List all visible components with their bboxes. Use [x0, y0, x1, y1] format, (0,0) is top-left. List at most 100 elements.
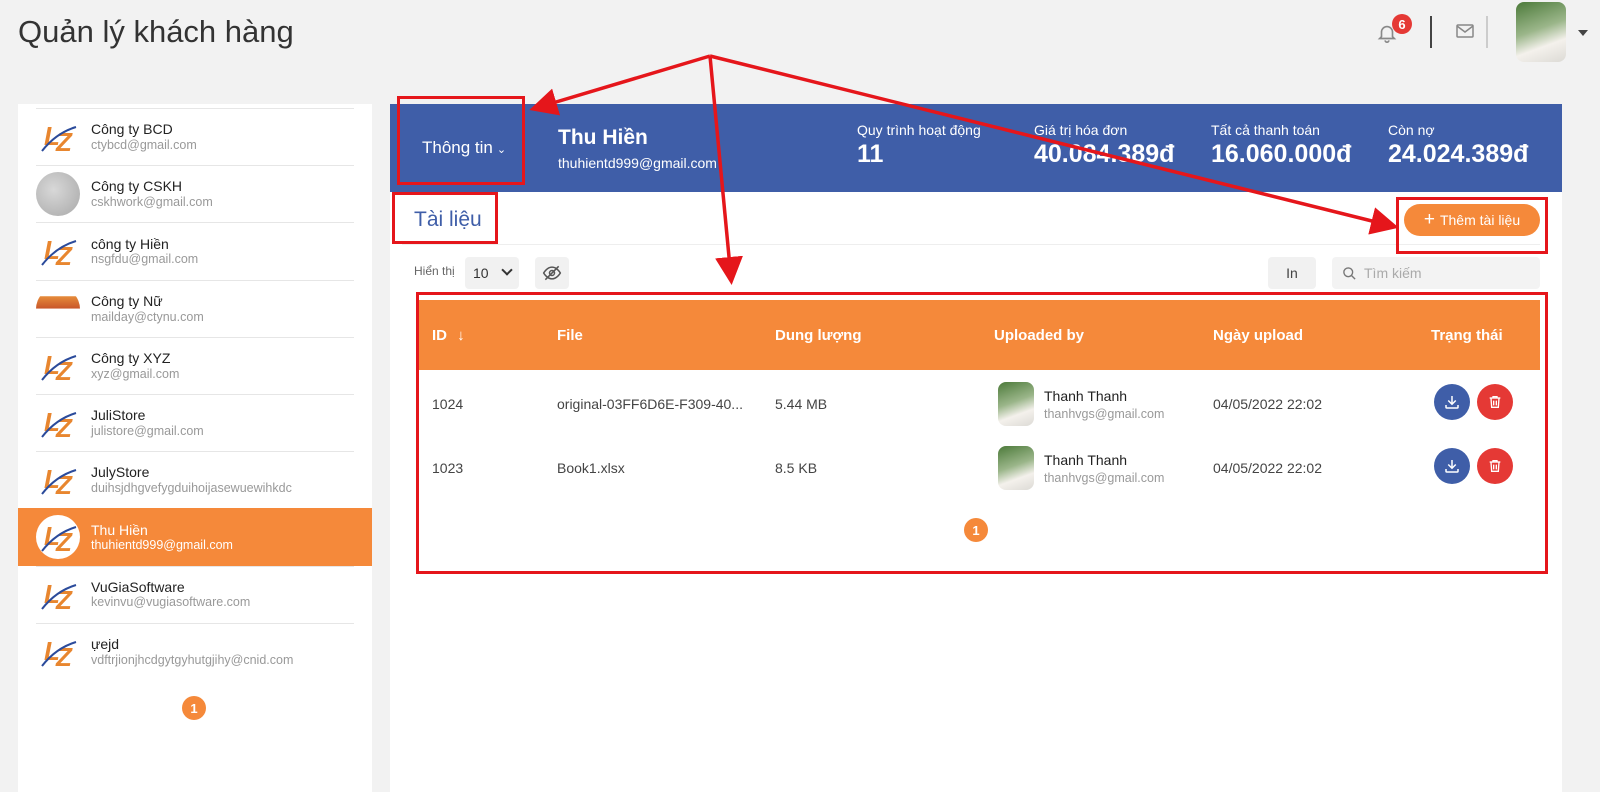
customer-email: ctybcd@gmail.com [91, 137, 197, 152]
eye-off-icon [542, 265, 562, 281]
delete-button[interactable] [1477, 384, 1513, 420]
column-header-status[interactable]: Trạng thái [1431, 327, 1503, 344]
divider [1430, 16, 1432, 48]
stat-processes: Quy trình hoạt động 11 [857, 122, 981, 169]
customer-logo: LZ [36, 572, 80, 617]
customer-list-item[interactable]: Công ty CSKH cskhwork@gmail.com [36, 165, 354, 222]
plus-icon: + [1423, 209, 1435, 230]
column-header-size[interactable]: Dung lượng [775, 327, 862, 344]
info-dropdown[interactable]: Thông tin ⌄ [422, 138, 506, 158]
info-label: Thông tin [422, 138, 493, 157]
customer-name: Công ty XYZ [91, 349, 171, 366]
customer-email: duihsjdhgvefygduihoijasewuewihkdc [91, 481, 292, 496]
search-input[interactable] [1364, 257, 1534, 289]
customer-list-item[interactable]: L Z JulyStore duihsjdhgvefygduihoijasewuewi… [36, 451, 354, 508]
page-size-select[interactable]: 10 [465, 257, 519, 289]
customer-list-item[interactable]: L Z Thu Hiền thuhientd999@gmail.com [18, 508, 372, 566]
stat-value: 40.084.389đ [1034, 140, 1175, 168]
uploader-avatar [998, 382, 1034, 426]
customer-list-item[interactable]: L Z VuGiaSoftware kevinvu@vugiasoftware.com [36, 565, 354, 623]
customer-list-item[interactable]: L Z JuliStore julistore@gmail.com [36, 393, 354, 451]
customer-list-item[interactable]: L Z công ty Hiền nsgfdu@gmail.com [36, 222, 354, 279]
customer-text: công ty Hiền nsgfdu@gmail.com [91, 236, 198, 268]
download-button[interactable] [1434, 448, 1470, 484]
stat-label: Quy trình hoạt động [857, 122, 981, 138]
customer-text: Thu Hiền thuhientd999@gmail.com [91, 522, 233, 554]
customer-text: Công ty BCD ctybcd@gmail.com [91, 121, 197, 153]
cell-file[interactable]: Book1.xlsx [557, 460, 625, 476]
customer-text: Công ty CSKH cskhwork@gmail.com [91, 178, 213, 210]
customer-logo: LZ [36, 458, 80, 503]
print-button[interactable]: In [1268, 257, 1316, 289]
customer-text: Công ty XYZ xyz@gmail.com [91, 350, 179, 382]
customer-name: JulyStore [91, 464, 150, 481]
trash-icon [1487, 458, 1503, 474]
customer-list-item[interactable]: L Z ựejd vdftrjionjhcdgytgyhutgjihy@cnid.co… [36, 622, 354, 680]
customer-email: xyz@gmail.com [91, 366, 180, 381]
divider [402, 244, 1540, 245]
stat-label: Tất cả thanh toán [1211, 122, 1320, 138]
customer-email: vdftrjionjhcdgytgyhutgjihy@cnid.com [91, 652, 294, 667]
uploader-avatar [998, 446, 1034, 490]
table-row: 1023 Book1.xlsx 8.5 KB Thanh Thanh thanhvgs@… [418, 434, 1540, 498]
customer-name: Công ty CSKH [91, 178, 183, 195]
topbar-actions: 6 [1340, 0, 1600, 64]
download-button[interactable] [1434, 384, 1470, 420]
add-document-label: Thêm tài liệu [1439, 212, 1521, 228]
customer-email: nsgfdu@gmail.com [91, 252, 199, 267]
customer-list-item[interactable]: L Z Công ty BCD ctybcd@gmail.com [36, 108, 354, 165]
column-header-file[interactable]: File [557, 327, 583, 344]
customer-text: Công ty Nữ mailday@ctynu.com [91, 293, 204, 325]
customer-list-item[interactable]: L Z Công ty XYZ xyz@gmail.com [36, 336, 354, 394]
customer-email: cskhwork@gmail.com [91, 195, 213, 210]
cell-file[interactable]: original-03FF6D6E-F309-40... [557, 396, 743, 412]
cell-date: 04/05/2022 22:02 [1213, 460, 1322, 476]
customer-list: L Z Công ty BCD ctybcd@gmail.com Công ty CSK… [18, 104, 372, 680]
column-header-id[interactable]: ID ↓ [432, 327, 465, 344]
column-header-uploader[interactable]: Uploaded by [994, 327, 1084, 344]
customer-logo: LZ [36, 629, 80, 674]
customer-name: Công ty Nữ [91, 292, 163, 309]
customer-logo: LZ [36, 343, 80, 388]
sidebar-pagination-page[interactable]: 1 [182, 696, 206, 720]
chevron-down-icon[interactable] [1578, 30, 1588, 36]
chevron-down-icon [501, 264, 513, 276]
sort-down-icon: ↓ [457, 326, 465, 344]
cell-date: 04/05/2022 22:02 [1213, 396, 1322, 412]
divider [1486, 16, 1488, 48]
stat-label: Giá trị hóa đơn [1034, 122, 1128, 138]
stat-debt: Còn nợ 24.024.389đ [1388, 122, 1528, 169]
customer-email: thuhientd999@gmail.com [558, 155, 717, 171]
customer-text: ựejd vdftrjionjhcdgytgyhutgjihy@cnid.com [91, 636, 293, 668]
delete-button[interactable] [1477, 448, 1513, 484]
cell-size: 5.44 MB [775, 396, 828, 412]
download-icon [1443, 457, 1461, 475]
search-box [1332, 257, 1540, 289]
stat-label: Còn nợ [1388, 122, 1435, 138]
customer-text: JulyStore duihsjdhgvefygduihoijasewuewihk… [91, 464, 292, 496]
uploader-name: Thanh Thanh [1044, 452, 1128, 468]
user-avatar[interactable] [1516, 2, 1566, 62]
download-icon [1443, 393, 1461, 411]
uploader-email: thanhvgs@gmail.com [1044, 471, 1165, 485]
table-header: ID ↓ File Dung lượng Uploaded by Ngày up… [418, 300, 1540, 370]
customer-email: kevinvu@vugiasoftware.com [91, 595, 251, 610]
column-visibility-button[interactable] [535, 257, 569, 289]
customer-list-item[interactable]: Công ty Nữ mailday@ctynu.com [36, 279, 354, 337]
customer-name: Thu Hiền [91, 521, 148, 538]
customer-detail: Thông tin ⌄ Thu Hiền thuhientd999@gmail.c… [390, 104, 1562, 792]
add-document-button[interactable]: + Thêm tài liệu [1404, 204, 1540, 236]
stat-payments: Tất cả thanh toán 16.060.000đ [1211, 122, 1351, 169]
stat-value: 24.024.389đ [1388, 140, 1529, 168]
stat-value: 11 [857, 140, 884, 168]
stat-value: 16.060.000đ [1211, 140, 1352, 168]
table-pagination-page[interactable]: 1 [964, 518, 988, 542]
customer-email: mailday@ctynu.com [91, 309, 204, 324]
chevron-down-icon: ⌄ [496, 144, 507, 156]
customer-logo: LZ [36, 401, 80, 446]
page-size-label: Hiển thị [414, 264, 455, 278]
column-header-date[interactable]: Ngày upload [1213, 327, 1303, 344]
cell-id: 1024 [432, 396, 464, 412]
customer-email: thuhientd999@gmail.com [91, 538, 233, 553]
mail-icon[interactable] [1456, 24, 1474, 38]
